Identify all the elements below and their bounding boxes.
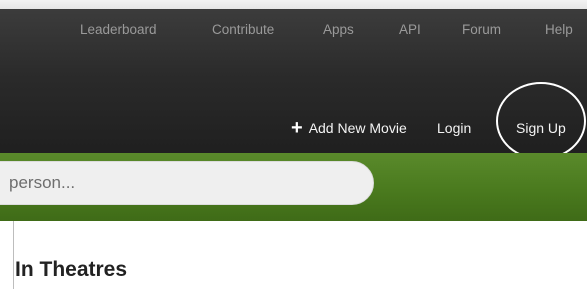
section-title-in-theatres: In Theatres [15,258,128,281]
plus-icon: + [291,117,303,139]
content-left-border [13,221,14,289]
nav-help-link[interactable]: Help [545,22,573,37]
login-link[interactable]: Login [437,120,471,136]
nav-apps-link[interactable]: Apps [323,22,354,37]
nav-forum-link[interactable]: Forum [462,22,501,37]
account-action-bar: + Add New Movie Login Sign Up [0,113,587,143]
app-window: Leaderboard Contribute Apps API Forum He… [0,0,587,289]
nav-api-link[interactable]: API [399,22,421,37]
add-new-movie-label: Add New Movie [308,120,407,136]
search-input[interactable] [0,161,374,205]
top-navigation: Leaderboard Contribute Apps API Forum He… [0,9,587,51]
search-bar-band [0,153,587,221]
browser-top-edge [0,0,587,9]
add-new-movie-link[interactable]: + Add New Movie [291,113,407,143]
sign-up-link[interactable]: Sign Up [516,120,566,136]
nav-leaderboard-link[interactable]: Leaderboard [80,22,157,37]
main-content: In Theatres [0,221,587,289]
nav-contribute-link[interactable]: Contribute [212,22,274,37]
